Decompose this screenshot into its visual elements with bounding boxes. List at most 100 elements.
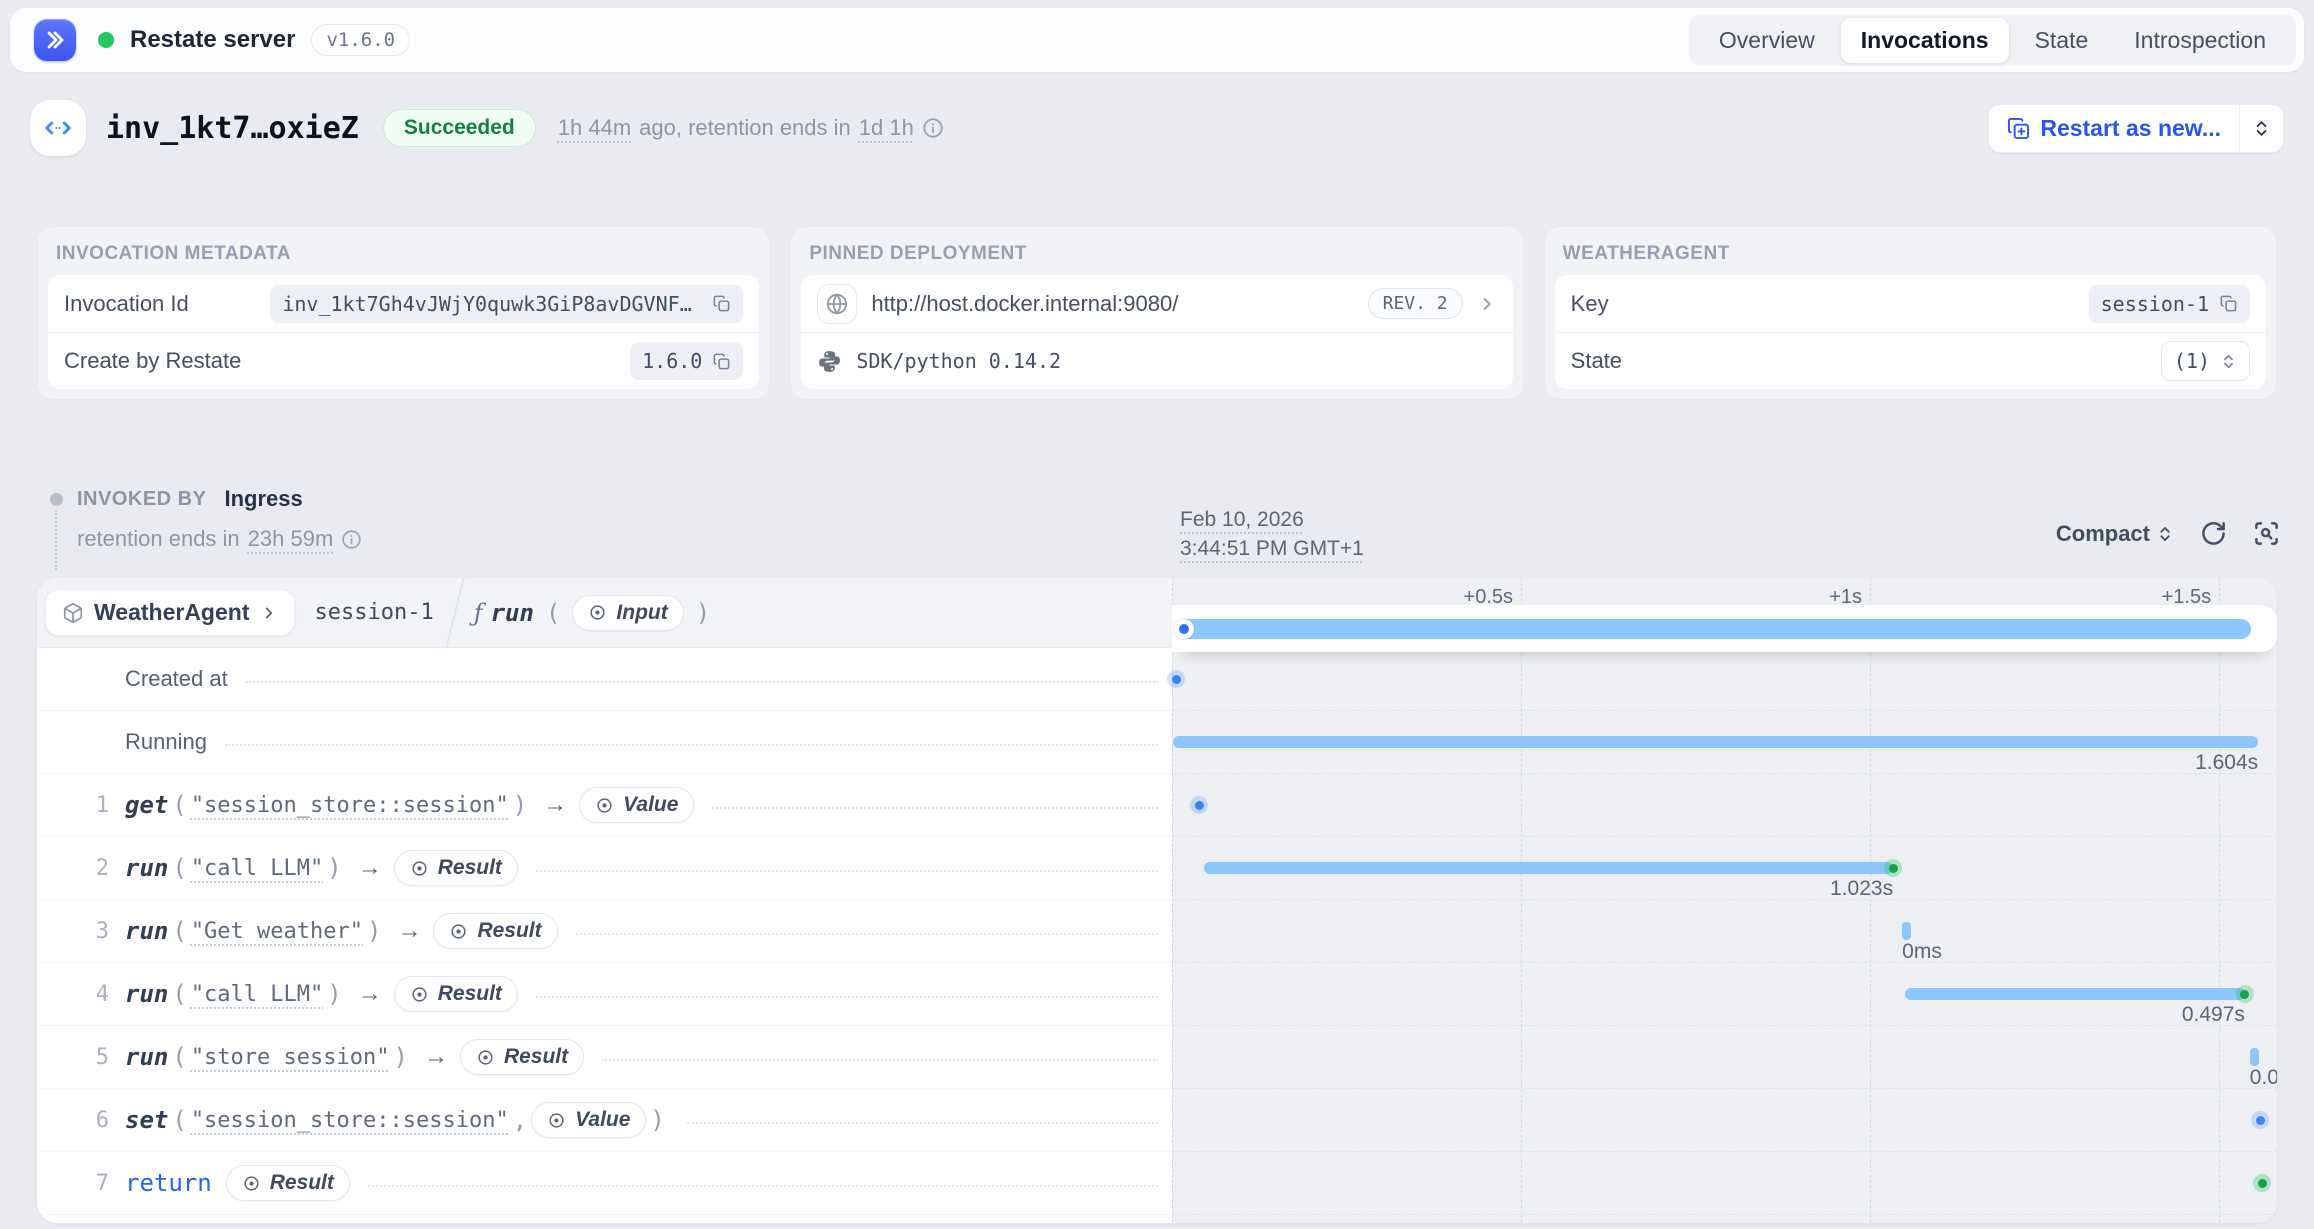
service-name: WeatherAgent (94, 599, 250, 626)
event-dot[interactable] (1190, 796, 1208, 814)
instant-duration-bar[interactable] (1902, 922, 1911, 940)
entry-index: 4 (83, 982, 109, 1007)
arrow-icon: → (397, 917, 421, 945)
retention-countdown[interactable]: 23h 59m (248, 526, 334, 552)
density-value: Compact (2056, 521, 2150, 547)
restate-version-value[interactable]: 1.6.0 (630, 342, 743, 380)
state-expander[interactable]: (1) (2161, 341, 2250, 381)
journal-entry[interactable]: 5run("store session")→Result (37, 1026, 1172, 1089)
invocation-id-label: Invocation Id (64, 291, 189, 317)
operation-argument[interactable]: "Get weather" (191, 919, 363, 944)
result-pill[interactable]: Result (460, 1039, 584, 1075)
close-paren: ) (696, 599, 710, 627)
handler-name: run (491, 599, 534, 627)
journal-entry[interactable]: Created at (37, 648, 1172, 711)
info-icon[interactable] (341, 529, 362, 550)
operation-name: set (125, 1106, 168, 1134)
journal-entry[interactable]: 2run("call LLM")→Result (37, 837, 1172, 900)
journal-entry[interactable]: 7returnResult (37, 1152, 1172, 1215)
timeline-row (1172, 774, 2277, 837)
operation-argument[interactable]: "session_store::session" (191, 1108, 509, 1133)
copy-icon[interactable] (712, 294, 731, 313)
copy-icon[interactable] (712, 352, 731, 371)
tab-invocations[interactable]: Invocations (1841, 18, 2009, 63)
expand-chevrons-icon (2252, 119, 2271, 138)
punctuation: ) (327, 854, 341, 882)
arrow-icon: → (358, 854, 382, 882)
density-select[interactable]: Compact (2056, 521, 2174, 547)
event-dot[interactable] (2253, 1174, 2271, 1192)
event-dot[interactable] (1167, 670, 1185, 688)
journal-entry[interactable]: 1get("session_store::session")→Value (37, 774, 1172, 837)
value-pill[interactable]: Value (531, 1102, 646, 1138)
result-pill[interactable]: Result (394, 850, 518, 886)
service-key[interactable]: session-1 (315, 600, 434, 625)
instant-duration-bar[interactable] (2250, 1048, 2259, 1066)
state-label: State (1571, 348, 1622, 374)
invocation-id-value[interactable]: inv_1kt7Gh4vJWjY0quwk3GiP8avDGVNFo… (270, 285, 743, 323)
pill-label: Result (477, 919, 541, 943)
entry-index: 1 (83, 793, 109, 818)
card-title: INVOCATION METADATA (56, 243, 759, 265)
input-pill-label: Input (616, 601, 667, 625)
timeline-date[interactable]: Feb 10, 2026 (1180, 508, 1304, 531)
breadcrumb-divider (445, 578, 464, 648)
status-badge: Succeeded (383, 109, 536, 147)
journal-entry[interactable]: 3run("Get weather")→Result (37, 900, 1172, 963)
box-icon (62, 602, 84, 624)
tab-overview[interactable]: Overview (1699, 18, 1835, 63)
chevron-right-icon[interactable] (1477, 294, 1497, 314)
leader-line (225, 744, 1158, 746)
journal-entry[interactable]: Running (37, 711, 1172, 774)
operation-name: run (125, 854, 168, 882)
result-pill[interactable]: Result (433, 913, 557, 949)
input-pill[interactable]: Input (572, 595, 683, 631)
journal-row: 7returnResult (37, 1152, 2277, 1215)
invocation-span-bar[interactable] (1177, 619, 2251, 639)
pill-label: Value (575, 1108, 630, 1132)
deployment-url[interactable]: http://host.docker.internal:9080/ (871, 291, 1178, 317)
restart-button[interactable]: Restart as new... (1989, 105, 2239, 152)
journal-row: 1get("session_store::session")→Value (37, 774, 2277, 837)
journal-entry[interactable]: 6set("session_store::session",Value) (37, 1089, 1172, 1152)
result-pill[interactable]: Result (226, 1165, 350, 1201)
age-text[interactable]: 1h 44m (558, 115, 631, 141)
punctuation: ) (650, 1106, 664, 1134)
timeline-time[interactable]: 3:44:51 PM GMT+1 (1180, 537, 1364, 560)
refresh-icon[interactable] (2200, 520, 2227, 547)
duration-label: 1.023s (1830, 877, 1893, 901)
result-pill[interactable]: Result (394, 976, 518, 1012)
revision-badge: REV. 2 (1368, 288, 1463, 319)
span-start-dot (1174, 619, 1194, 639)
restart-dropdown-toggle[interactable] (2239, 105, 2283, 152)
retention-text[interactable]: 1d 1h (859, 115, 914, 141)
operation-argument[interactable]: "session_store::session" (191, 793, 509, 818)
duration-label: 0ms (1902, 940, 1942, 964)
operation-argument[interactable]: "store session" (191, 1045, 390, 1070)
tab-state[interactable]: State (2015, 18, 2109, 63)
duration-bar[interactable] (1173, 736, 2258, 748)
journal-entry[interactable]: 4run("call LLM")→Result (37, 963, 1172, 1026)
code-brackets-icon (43, 113, 73, 143)
top-bar: Restate server v1.6.0 OverviewInvocation… (10, 8, 2304, 72)
event-dot[interactable] (2251, 1111, 2269, 1129)
duration-bar[interactable] (1204, 862, 1893, 874)
leader-line (536, 996, 1158, 998)
scan-search-icon[interactable] (2253, 520, 2280, 547)
service-breadcrumb[interactable]: WeatherAgent (45, 589, 295, 636)
tab-introspection[interactable]: Introspection (2114, 18, 2286, 63)
operation-name: get (125, 791, 168, 819)
duration-bar[interactable] (1905, 988, 2245, 1000)
copy-icon[interactable] (2219, 294, 2238, 313)
invocation-id-title: inv_1kt7…oxieZ (106, 111, 359, 146)
operation-argument[interactable]: "call LLM" (191, 856, 323, 881)
info-icon[interactable] (922, 117, 944, 139)
eye-icon (595, 796, 614, 815)
timeline-row: 1.023s (1172, 837, 2277, 900)
nav-tabs: OverviewInvocationsStateIntrospection (1689, 14, 2296, 66)
operation-argument[interactable]: "call LLM" (191, 982, 323, 1007)
value-pill[interactable]: Value (579, 787, 694, 823)
punctuation: ( (172, 1043, 186, 1071)
key-value[interactable]: session-1 (2089, 285, 2250, 323)
invocation-span-row[interactable] (1172, 605, 2277, 652)
